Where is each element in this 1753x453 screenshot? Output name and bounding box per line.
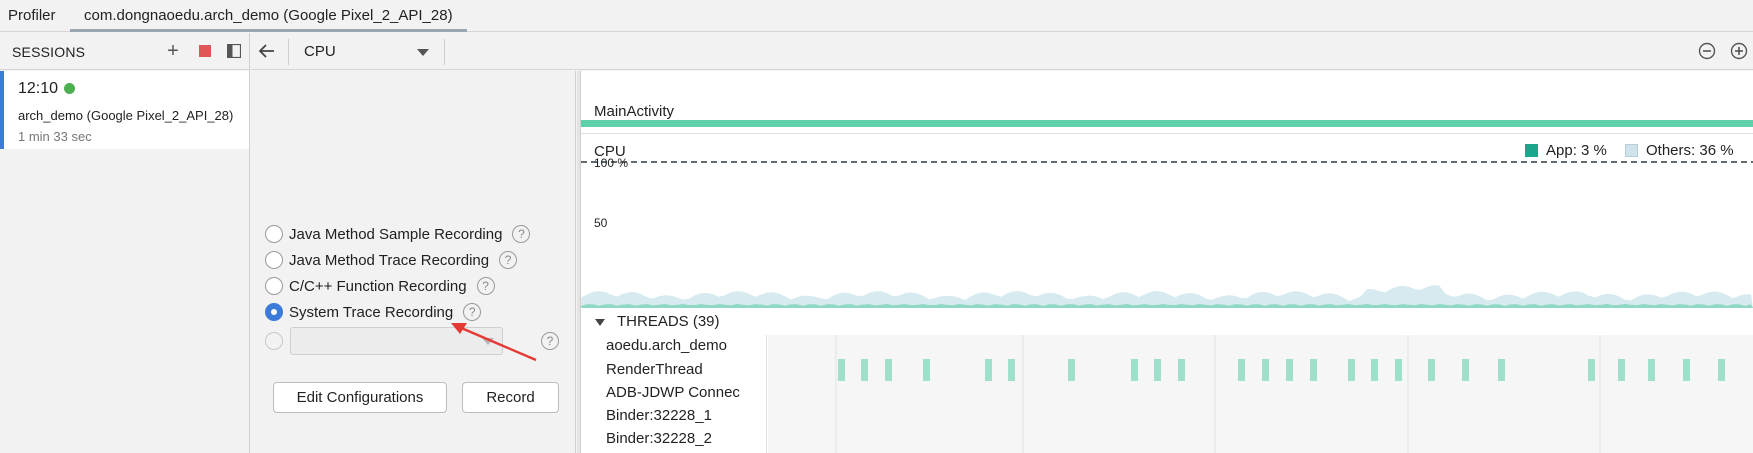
edit-configurations-button[interactable]: Edit Configurations: [273, 382, 447, 413]
thread-state-block: [1008, 359, 1015, 381]
tick-label-100: 100 %: [594, 156, 629, 170]
thread-state-block: [1648, 359, 1655, 381]
zoom-out-icon[interactable]: [1698, 42, 1716, 60]
thread-name[interactable]: Binder:32228_2: [606, 430, 756, 447]
chevron-down-icon: [482, 338, 494, 345]
thread-state-block: [1131, 359, 1138, 381]
profiler-toolbar: CPU: [251, 33, 1753, 70]
help-icon[interactable]: ?: [541, 332, 559, 350]
thread-state-block: [861, 359, 868, 381]
thread-state-track[interactable]: [768, 335, 1753, 453]
threads-header[interactable]: THREADS (39): [581, 309, 1753, 335]
add-session-icon[interactable]: +: [164, 41, 182, 61]
config-select: [290, 327, 503, 355]
sessions-header: SESSIONS +: [0, 33, 249, 70]
thread-state-block: [1262, 359, 1269, 381]
option-system-trace[interactable]: System Trace Recording ?: [265, 301, 482, 323]
back-arrow-icon[interactable]: [257, 41, 277, 61]
collapse-panel-icon[interactable]: [225, 42, 243, 60]
thread-state-graph: [835, 335, 1725, 453]
threads-title: THREADS (39): [617, 313, 720, 330]
toolbar-divider: [288, 39, 289, 65]
thread-state-block: [1618, 359, 1625, 381]
tab-profiler[interactable]: Profiler: [0, 0, 64, 32]
help-icon[interactable]: ?: [499, 251, 518, 269]
session-selected-indicator: [0, 71, 4, 149]
thread-state-block: [1718, 359, 1725, 381]
toolbar-divider: [444, 39, 445, 65]
thread-state-block: [1348, 359, 1355, 381]
cpu-usage-chart[interactable]: CPU App: 3 % Others: 36 % 100 % 50: [581, 135, 1753, 308]
thread-state-block: [1588, 359, 1595, 381]
recording-config-panel: Java Method Sample Recording ? Java Meth…: [251, 71, 576, 453]
thread-state-block: [1286, 359, 1293, 381]
record-button[interactable]: Record: [462, 382, 559, 413]
tab-bar: Profiler com.dongnaoedu.arch_demo (Googl…: [0, 0, 1753, 32]
session-time: 12:10: [18, 80, 59, 97]
stop-icon[interactable]: [196, 42, 214, 60]
tab-session-label: com.dongnaoedu.arch_demo (Google Pixel_2…: [84, 7, 453, 24]
session-item[interactable]: 12:10 arch_demo (Google Pixel_2_API_28) …: [0, 71, 249, 149]
radio-system-trace[interactable]: [265, 303, 283, 321]
recording-status-dot: [64, 83, 75, 94]
thread-name[interactable]: aoedu.arch_demo: [606, 337, 756, 354]
thread-list: aoedu.arch_demo RenderThread ADB-JDWP Co…: [581, 335, 767, 453]
profiler-select[interactable]: CPU: [304, 41, 429, 63]
thread-state-block: [1462, 359, 1469, 381]
thread-state-block: [1428, 359, 1435, 381]
zoom-in-icon[interactable]: [1730, 42, 1748, 60]
thread-state-block: [923, 359, 930, 381]
session-name: arch_demo (Google Pixel_2_API_28): [18, 108, 234, 123]
activity-label: MainActivity: [594, 103, 675, 120]
radio-java-trace[interactable]: [265, 251, 283, 269]
thread-name[interactable]: ADB-JDWP Connec: [606, 384, 756, 401]
thread-state-block: [1310, 359, 1317, 381]
profiler-select-value: CPU: [304, 43, 336, 60]
thread-state-block: [985, 359, 992, 381]
thread-state-block: [1395, 359, 1402, 381]
activity-bar[interactable]: [581, 120, 1753, 127]
option-label: C/C++ Function Recording: [289, 277, 467, 295]
radio-custom-config: [265, 332, 283, 350]
help-icon[interactable]: ?: [512, 225, 531, 243]
thread-state-block: [838, 359, 845, 381]
radio-java-sample[interactable]: [265, 225, 283, 243]
session-duration: 1 min 33 sec: [18, 129, 92, 144]
thread-state-block: [1154, 359, 1161, 381]
tab-active-indicator: [70, 29, 467, 32]
expand-caret-icon[interactable]: [595, 319, 605, 326]
sessions-panel: SESSIONS + 12:10 arch_demo (Google Pixel…: [0, 33, 250, 453]
radio-cpp-function[interactable]: [265, 277, 283, 295]
thread-state-block: [1068, 359, 1075, 381]
option-custom-config: [265, 330, 289, 352]
tick-label-50: 50: [594, 216, 608, 230]
thread-state-block: [1683, 359, 1690, 381]
option-label: Java Method Trace Recording: [289, 251, 490, 269]
config-help: ?: [541, 330, 559, 352]
sessions-title: SESSIONS: [12, 44, 86, 60]
thread-name[interactable]: RenderThread: [606, 361, 756, 378]
option-label: System Trace Recording: [289, 303, 454, 321]
thread-state-block: [1238, 359, 1245, 381]
thread-name[interactable]: Binder:32228_1: [606, 407, 756, 424]
help-icon[interactable]: ?: [463, 303, 482, 321]
activity-track: MainActivity: [581, 71, 1753, 134]
help-icon[interactable]: ?: [476, 277, 495, 295]
option-java-trace[interactable]: Java Method Trace Recording ?: [265, 249, 518, 271]
thread-state-block: [1498, 359, 1505, 381]
thread-state-block: [1371, 359, 1378, 381]
thread-state-block: [885, 359, 892, 381]
timeline-area: MainActivity CPU App: 3 % Others: 36 % 1…: [581, 71, 1753, 453]
option-java-sample[interactable]: Java Method Sample Recording ?: [265, 223, 531, 245]
option-label: Java Method Sample Recording: [289, 225, 503, 243]
tab-session[interactable]: com.dongnaoedu.arch_demo (Google Pixel_2…: [70, 0, 467, 32]
option-cpp-function[interactable]: C/C++ Function Recording ?: [265, 275, 495, 297]
cpu-graph: [581, 161, 1753, 308]
chevron-down-icon: [417, 49, 429, 56]
thread-state-block: [1178, 359, 1185, 381]
